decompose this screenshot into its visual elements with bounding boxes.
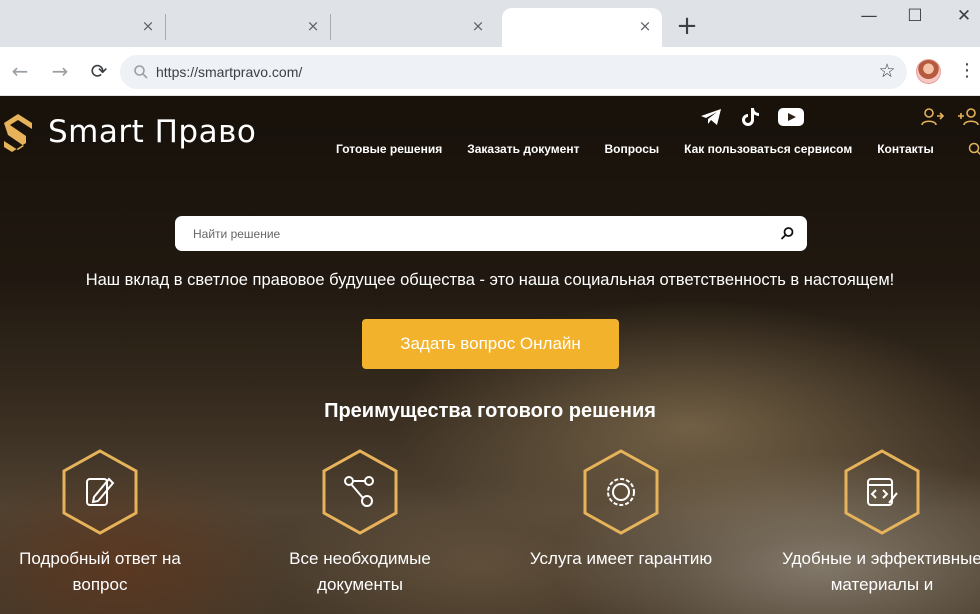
solution-search-box <box>175 216 807 251</box>
browser-tab[interactable]: × <box>0 8 165 47</box>
search-icon <box>134 65 148 79</box>
network-nodes-icon <box>322 449 398 535</box>
login-icon[interactable] <box>920 107 944 127</box>
search-button-icon[interactable] <box>780 226 795 241</box>
new-tab-button[interactable]: + <box>675 13 699 39</box>
feature-label: Подробный ответ на вопрос <box>19 549 181 594</box>
close-tab-icon[interactable]: × <box>306 19 320 34</box>
browser-menu-icon[interactable]: ⋮ <box>958 61 976 81</box>
close-window-button[interactable]: ✕ <box>952 4 976 28</box>
solution-search-input[interactable] <box>193 216 753 251</box>
main-nav: Готовые решения Заказать документ Вопрос… <box>336 142 934 156</box>
telegram-icon[interactable] <box>698 106 724 128</box>
nav-item-solutions[interactable]: Готовые решения <box>336 142 442 156</box>
nav-search-icon[interactable] <box>968 142 980 156</box>
browser-tab-active[interactable]: × <box>502 8 662 48</box>
browser-tab-strip: × × × × + — ☐ ✕ <box>0 0 980 48</box>
reload-button[interactable]: ⟳ <box>87 59 111 83</box>
minimize-window-button[interactable]: — <box>857 4 881 28</box>
code-document-icon <box>844 449 920 535</box>
tiktok-icon[interactable] <box>738 106 764 128</box>
profile-avatar[interactable] <box>916 59 941 84</box>
feature-label: Удобные и эффективные материалы и <box>782 549 980 594</box>
close-tab-icon[interactable]: × <box>141 19 155 34</box>
brand-name: Smart Право <box>48 114 257 150</box>
hero-tagline: Наш вклад в светлое правовое будущее общ… <box>85 271 895 289</box>
nav-item-how-to-use[interactable]: Как пользоваться сервисом <box>684 142 852 156</box>
feature-item: Удобные и эффективные материалы и <box>782 449 980 598</box>
site-logo[interactable]: Smart Право <box>0 110 256 154</box>
forward-button[interactable]: → <box>48 59 72 83</box>
user-actions <box>920 107 980 127</box>
page-hero: Smart Право Готовые решения Заказать док… <box>0 96 980 614</box>
bookmark-star-icon[interactable]: ☆ <box>877 61 897 81</box>
feature-label: Услуга имеет гарантию <box>529 549 713 568</box>
guarantee-badge-icon <box>583 449 659 535</box>
maximize-window-button[interactable]: ☐ <box>903 4 927 28</box>
browser-tab[interactable]: × <box>330 8 495 47</box>
close-tab-icon[interactable]: × <box>471 19 485 34</box>
browser-tab[interactable]: × <box>165 8 330 47</box>
advantages-heading: Преимущества готового решения <box>324 400 656 422</box>
address-bar[interactable]: https://smartpravo.com/ ☆ <box>120 55 907 89</box>
youtube-icon[interactable] <box>778 106 804 128</box>
nav-item-contacts[interactable]: Контакты <box>877 142 934 156</box>
feature-item: Услуга имеет гарантию <box>521 449 721 572</box>
close-tab-icon[interactable]: × <box>638 19 652 34</box>
social-links <box>698 106 804 128</box>
nav-item-questions[interactable]: Вопросы <box>604 142 659 156</box>
url-text[interactable]: https://smartpravo.com/ <box>156 64 302 80</box>
feature-item: Подробный ответ на вопрос <box>0 449 200 598</box>
logo-mark-icon <box>4 114 32 152</box>
ask-question-online-button[interactable]: Задать вопрос Онлайн <box>362 319 619 369</box>
back-button[interactable]: ← <box>8 59 32 83</box>
register-icon[interactable] <box>956 107 980 127</box>
edit-document-icon <box>62 449 138 535</box>
feature-item: Все необходимые документы <box>260 449 460 598</box>
browser-toolbar: ← → ⟳ https://smartpravo.com/ ☆ ⋮ <box>0 47 980 96</box>
nav-item-order-document[interactable]: Заказать документ <box>467 142 579 156</box>
feature-label: Все необходимые документы <box>289 549 431 594</box>
